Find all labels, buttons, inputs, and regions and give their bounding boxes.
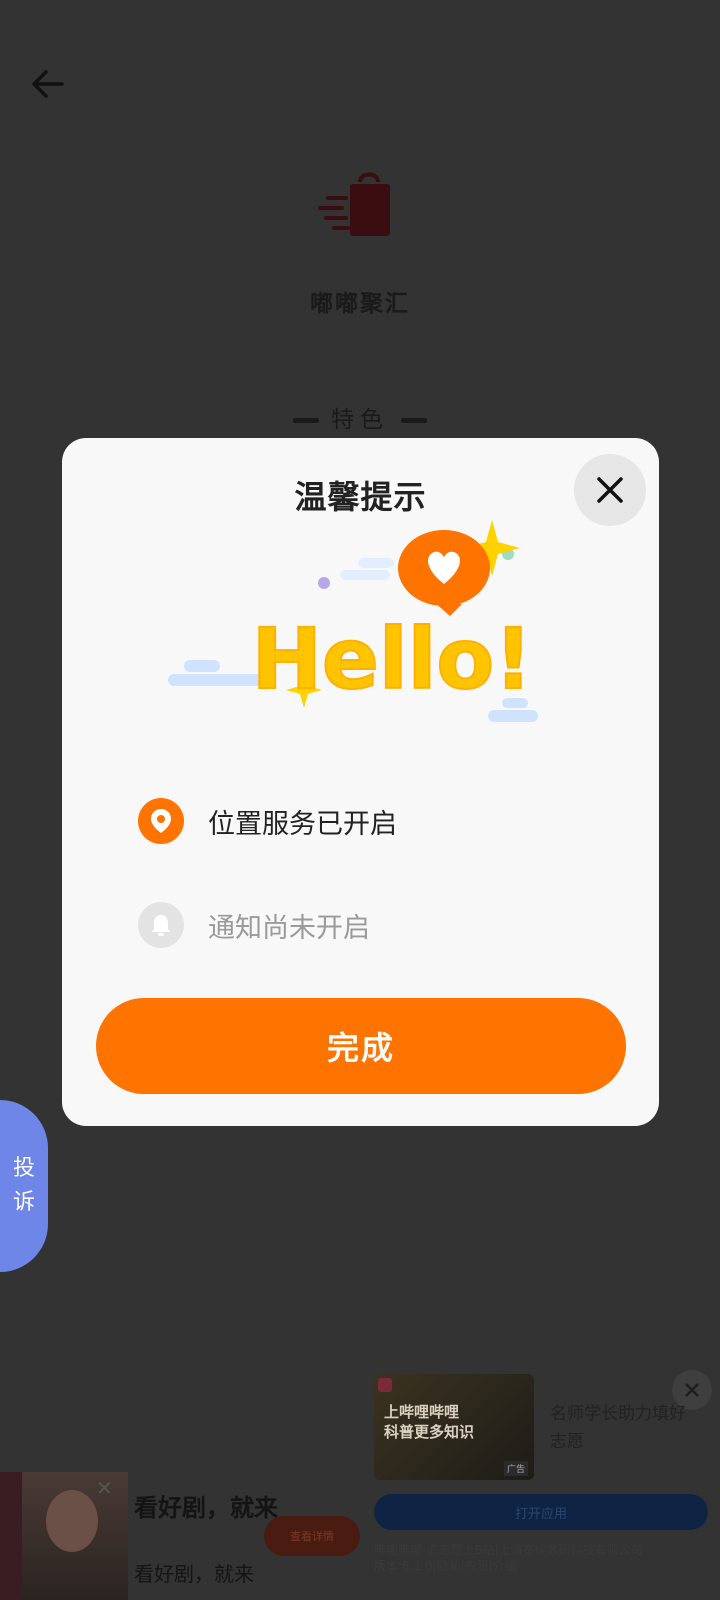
ad-footer-line-2: 版本:8.1.0|隐私|权限|介绍 [374,1559,517,1573]
ad-thumb-text-1: 上哔哩哔哩 [384,1403,460,1421]
ad-left-portrait [46,1490,98,1552]
ad-thumbnail[interactable]: 上哔哩哔哩科普更多知识 广告 [374,1374,534,1480]
complaint-text-1: 投 [12,1156,35,1181]
hello-text: Hello! [252,610,533,708]
notification-status-icon [138,902,184,948]
ad-footer: 哔哩哔哩-追志愿上B站|上海宽娱数码科技有限公司 版本:8.1.0|隐私|权限|… [374,1542,714,1574]
dialog-close-button[interactable] [574,454,646,526]
tip-dialog: 温馨提示 Hello! 位置服务已开启 通知尚未开启 完成 [62,438,659,1126]
title-dash-left [293,418,319,423]
ad-app-logo [378,1378,392,1392]
ad-left-subtitle: 看好剧，就来 [134,1562,254,1586]
complaint-tab[interactable]: 投 诉 [0,1100,48,1272]
ad-left-details-button[interactable]: 查看详情 [264,1516,360,1556]
bell-icon [151,915,171,936]
ad-left-title[interactable]: 看好剧，就来 [134,1488,278,1523]
ad-thumb-text-2: 科普更多知识 [384,1423,475,1441]
ad-badge: 广告 [503,1461,528,1476]
ad-footer-line-1: 哔哩哔哩-追志愿上B站|上海宽娱数码科技有限公司 [374,1543,643,1557]
notification-status-label: 通知尚未开启 [208,913,370,944]
feature-section-title: 特色 [0,400,720,434]
app-logo [316,168,398,240]
close-icon [597,477,623,503]
ad-left-close-icon[interactable]: ✕ [96,1476,113,1500]
ad-title[interactable]: 名师学长助力填好志愿 [550,1400,700,1456]
location-status-icon [138,798,184,844]
location-pin-icon [151,809,171,833]
done-button[interactable]: 完成 [96,998,626,1094]
shopping-bag-icon [318,172,390,236]
arrow-left-icon [32,70,64,98]
ad-left-stripe [0,1472,22,1600]
back-button[interactable] [22,58,74,110]
title-dash-right [401,418,427,423]
complaint-text-2: 诉 [12,1190,35,1215]
open-app-button[interactable]: 打开应用 [374,1494,708,1530]
hello-illustration: Hello! [168,520,538,722]
feature-title-text: 特色 [331,407,389,433]
close-icon [685,1383,699,1397]
dialog-title: 温馨提示 [294,478,427,516]
location-status-label: 位置服务已开启 [208,809,397,840]
app-name: 嘟嘟聚汇 [310,291,410,317]
